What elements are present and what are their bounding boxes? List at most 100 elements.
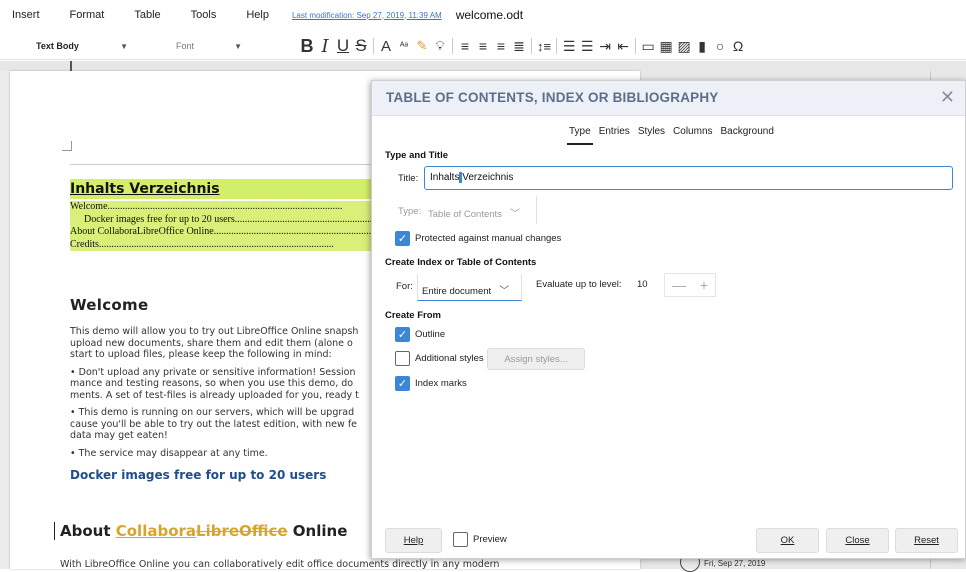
index-marks-label: Index marks	[415, 378, 467, 389]
special-character-icon[interactable]: Ω	[731, 36, 745, 56]
docker-heading: Docker images free for up to 20 users	[70, 468, 327, 482]
level-stepper[interactable]: — +	[664, 273, 716, 297]
title-label: Title:	[398, 173, 419, 184]
table-icon[interactable]: ▦	[659, 36, 673, 56]
indent-increase-icon[interactable]: ⇥	[598, 36, 612, 56]
tab-background[interactable]: Background	[719, 124, 776, 145]
plus-icon[interactable]: +	[700, 277, 708, 293]
welcome-heading: Welcome	[70, 296, 149, 314]
type-value: Table of Contents	[428, 209, 502, 220]
separator	[531, 38, 532, 54]
comment-icon[interactable]: ▭	[641, 36, 655, 56]
align-justify-icon[interactable]: ≣	[512, 36, 526, 56]
minus-icon[interactable]: —	[672, 277, 686, 293]
additional-styles-checkbox[interactable]	[395, 351, 410, 366]
paragraph: • This demo is running on our servers, w…	[70, 407, 358, 441]
separator	[635, 38, 637, 54]
index-marks-checkbox[interactable]: ✓	[395, 376, 410, 391]
paragraph: • Don't upload any private or sensitive …	[70, 366, 359, 401]
title-input[interactable]: Inhalts Verzeichnis	[424, 166, 953, 190]
for-select[interactable]: Entire document ﹀	[417, 274, 522, 301]
line-spacing-icon[interactable]: ↕≡	[537, 36, 551, 56]
assign-styles-button[interactable]: Assign styles...	[487, 348, 585, 370]
format-toolbar-icons: B I U S A ᴬᵃ ✎ 💡︎ ≡ ≡ ≡ ≣ ↕≡ ☰ ☰ ⇥ ⇤ ▭ ▦…	[298, 35, 747, 57]
help-button[interactable]: Help	[385, 528, 442, 553]
bullet-list-icon[interactable]: ☰	[562, 36, 576, 56]
document-content: Welcome This demo will allow you to try …	[70, 296, 380, 482]
separator	[373, 38, 374, 54]
toc-entry: About CollaboraLibreOffice Online.......…	[70, 226, 400, 237]
align-right-icon[interactable]: ≡	[494, 36, 508, 56]
dialog-tabs: Type Entries Styles Columns Background	[567, 124, 780, 145]
reset-button[interactable]: Reset	[895, 528, 958, 553]
for-label: For:	[396, 281, 413, 292]
highlight-icon[interactable]: ✎	[415, 36, 429, 56]
menu-format[interactable]: Format	[55, 9, 120, 21]
preview-label: Preview	[473, 534, 507, 545]
close-icon[interactable]: ✕	[940, 87, 955, 108]
for-value: Entire document	[422, 286, 492, 297]
about-heading: About CollaboraLibreOffice Online	[60, 522, 348, 540]
chart-icon[interactable]: ▮	[695, 36, 709, 56]
create-index-heading: Create Index or Table of Contents	[385, 257, 537, 268]
preview-checkbox[interactable]	[453, 532, 468, 547]
type-and-title-heading: Type and Title	[385, 150, 448, 161]
bulb-icon[interactable]: 💡︎	[433, 36, 447, 56]
paragraph-style-select[interactable]: Text Body ▼	[36, 37, 128, 55]
text-cursor	[54, 522, 55, 540]
tab-type[interactable]: Type	[567, 124, 593, 145]
paragraph: • The service may disappear at any time.	[70, 447, 268, 459]
italic-icon[interactable]: I	[318, 36, 332, 57]
table-of-contents[interactable]: Inhalts Verzeichnis Welcome.............…	[70, 179, 400, 251]
protected-label: Protected against manual changes	[415, 233, 562, 244]
menu-table[interactable]: Table	[119, 9, 175, 21]
last-modification-link[interactable]: Last modification: Sep 27, 2019, 11:39 A…	[292, 11, 442, 20]
chevron-down-icon: ﹀	[509, 209, 520, 220]
outline-checkbox[interactable]: ✓	[395, 327, 410, 342]
chevron-down-icon: ▼	[120, 41, 128, 51]
tab-columns[interactable]: Columns	[671, 124, 714, 145]
chevron-down-icon: ﹀	[499, 286, 510, 297]
menu-help[interactable]: Help	[231, 9, 284, 21]
level-value[interactable]: 10	[637, 279, 648, 290]
menu-tools[interactable]: Tools	[176, 9, 232, 21]
toc-entry: Welcome.................................…	[70, 201, 343, 212]
indent-decrease-icon[interactable]: ⇤	[616, 36, 630, 56]
evaluate-label: Evaluate up to level:	[536, 279, 622, 290]
paragraph-style-value: Text Body	[36, 41, 79, 51]
separator	[452, 38, 453, 54]
additional-styles-label: Additional styles	[415, 353, 484, 364]
bold-icon[interactable]: B	[300, 36, 314, 56]
tab-styles[interactable]: Styles	[636, 124, 667, 145]
menubar: Insert Format Table Tools Help Last modi…	[0, 0, 966, 30]
close-button[interactable]: Close	[826, 528, 889, 553]
dialog-header: TABLE OF CONTENTS, INDEX OR BIBLIOGRAPHY…	[372, 81, 965, 116]
font-color-icon[interactable]: A	[379, 36, 393, 56]
type-select[interactable]: Table of Contents ﹀	[424, 196, 537, 224]
font-name-value: Font	[176, 41, 195, 51]
align-center-icon[interactable]: ≡	[476, 36, 490, 56]
font-case-icon[interactable]: ᴬᵃ	[397, 36, 411, 56]
chevron-down-icon: ▼	[234, 41, 242, 51]
outline-label: Outline	[415, 329, 446, 340]
protected-checkbox[interactable]: ✓	[395, 231, 410, 246]
image-icon[interactable]: ▨	[677, 36, 691, 56]
strikethrough-icon[interactable]: S	[354, 36, 368, 56]
document-name[interactable]: welcome.odt	[456, 8, 523, 22]
dialog-title: TABLE OF CONTENTS, INDEX OR BIBLIOGRAPHY	[386, 90, 719, 105]
ruler	[0, 61, 966, 71]
toc-entries: Welcome.................................…	[70, 201, 400, 251]
tab-entries[interactable]: Entries	[597, 124, 632, 145]
toc-entry: Credits.................................…	[70, 238, 334, 250]
type-label: Type:	[398, 206, 422, 217]
numbered-list-icon[interactable]: ☰	[580, 36, 594, 56]
font-name-select[interactable]: Font ▼	[176, 37, 242, 55]
paragraph: With LibreOffice Online you can collabor…	[60, 559, 500, 570]
align-left-icon[interactable]: ≡	[458, 36, 472, 56]
underline-icon[interactable]: U	[336, 36, 350, 56]
toc-title: Inhalts Verzeichnis	[70, 179, 400, 199]
shapes-icon[interactable]: ○	[713, 36, 727, 56]
menu-insert[interactable]: Insert	[0, 9, 55, 21]
toc-dialog: TABLE OF CONTENTS, INDEX OR BIBLIOGRAPHY…	[371, 80, 966, 559]
ok-button[interactable]: OK	[756, 528, 819, 553]
